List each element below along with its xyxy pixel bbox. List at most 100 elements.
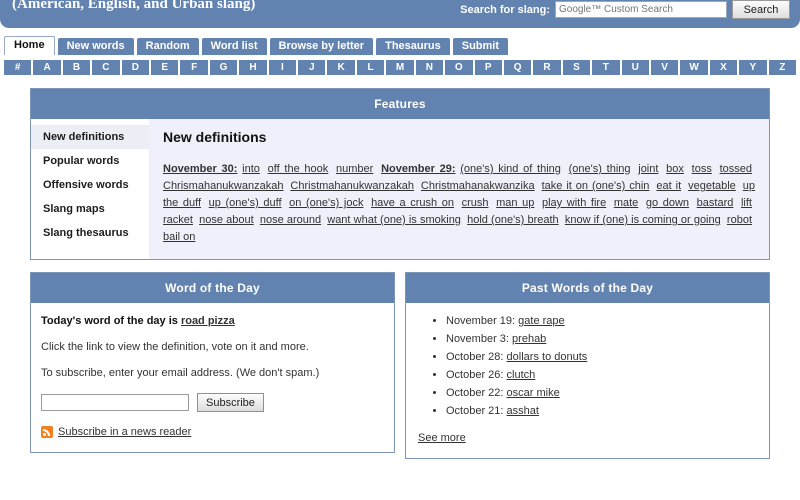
past-word-item: October 26: clutch: [446, 367, 759, 384]
alpha-link-l[interactable]: L: [356, 60, 385, 75]
definition-term[interactable]: man up: [496, 197, 534, 209]
tab-home[interactable]: Home: [4, 36, 55, 55]
alpha-link-p[interactable]: P: [474, 60, 502, 75]
past-word-item: October 28: dollars to donuts: [446, 349, 759, 366]
past-word-link[interactable]: clutch: [507, 369, 536, 381]
search-button[interactable]: Search: [732, 0, 790, 19]
definition-term[interactable]: Chrismahanukwanzakah: [163, 180, 283, 192]
definition-term[interactable]: nose around: [260, 214, 321, 226]
definition-term[interactable]: play with fire: [542, 197, 606, 209]
alpha-link-z[interactable]: Z: [768, 60, 796, 75]
feature-item-slang-thesaurus[interactable]: Slang thesaurus: [31, 221, 149, 245]
alpha-link-j[interactable]: J: [298, 60, 326, 75]
alpha-link-i[interactable]: I: [268, 60, 297, 75]
feature-item-popular-words[interactable]: Popular words: [31, 149, 149, 173]
definition-term[interactable]: number: [336, 163, 373, 175]
definition-term[interactable]: nose about: [199, 214, 254, 226]
tab-browse-by-letter[interactable]: Browse by letter: [269, 38, 374, 55]
definition-term[interactable]: robot: [727, 214, 752, 226]
search-label: Search for slang:: [460, 3, 550, 16]
alpha-link-v[interactable]: V: [650, 60, 679, 75]
definition-term[interactable]: racket: [163, 214, 193, 226]
past-word-date: November 3:: [446, 333, 509, 345]
definition-term[interactable]: Christmahanukwanzakah: [290, 180, 414, 192]
past-word-link[interactable]: prehab: [512, 333, 546, 345]
alpha-link-d[interactable]: D: [121, 60, 150, 75]
past-words-list: November 19: gate rape November 3: prehab…: [416, 313, 759, 420]
definition-term[interactable]: Christmahanakwanzika: [421, 180, 535, 192]
tab-random[interactable]: Random: [136, 38, 199, 55]
definition-term[interactable]: joint: [638, 163, 658, 175]
definition-term[interactable]: go down: [646, 197, 689, 209]
alpha-link-hash[interactable]: #: [4, 60, 32, 75]
alpha-link-q[interactable]: Q: [503, 60, 532, 75]
definition-term[interactable]: into: [242, 163, 260, 175]
definition-term[interactable]: tossed: [720, 163, 752, 175]
past-word-item: October 22: oscar mike: [446, 385, 759, 402]
subscribe-instructions: To subscribe, enter your email address. …: [41, 367, 320, 379]
definition-term[interactable]: hold (one's) breath: [467, 214, 559, 226]
alpha-link-u[interactable]: U: [621, 60, 649, 75]
subscribe-button[interactable]: Subscribe: [197, 393, 264, 412]
definition-term[interactable]: (one's) thing: [569, 163, 631, 175]
feature-item-offensive-words[interactable]: Offensive words: [31, 173, 149, 197]
site-title: (American, English, and Urban slang): [12, 0, 256, 12]
past-word-item: November 19: gate rape: [446, 313, 759, 330]
alpha-link-x[interactable]: X: [709, 60, 738, 75]
tab-submit[interactable]: Submit: [452, 38, 509, 55]
definition-term[interactable]: vegetable: [688, 180, 736, 192]
past-word-link[interactable]: dollars to donuts: [507, 351, 588, 363]
alpha-link-o[interactable]: O: [445, 60, 473, 75]
lower-columns: Word of the Day Today's word of the day …: [30, 272, 770, 459]
definition-term[interactable]: box: [666, 163, 684, 175]
alpha-link-y[interactable]: Y: [739, 60, 767, 75]
alpha-link-f[interactable]: F: [180, 60, 208, 75]
definition-term[interactable]: (one's) kind of thing: [460, 163, 561, 175]
past-word-link[interactable]: oscar mike: [507, 387, 560, 399]
definition-term[interactable]: up (one's) duff: [209, 197, 282, 209]
tab-new-words[interactable]: New words: [57, 38, 134, 55]
definition-term[interactable]: bail on: [163, 231, 195, 243]
subscribe-row: Subscribe: [41, 393, 384, 412]
past-word-link[interactable]: asshat: [507, 405, 539, 417]
alpha-link-t[interactable]: T: [592, 60, 620, 75]
alpha-link-s[interactable]: S: [562, 60, 591, 75]
definition-term[interactable]: want what (one) is smoking: [327, 214, 461, 226]
alpha-link-h[interactable]: H: [239, 60, 267, 75]
definition-term[interactable]: crush: [462, 197, 489, 209]
past-word-date: October 26:: [446, 369, 504, 381]
definition-term[interactable]: off the hook: [268, 163, 329, 175]
search-input[interactable]: [555, 1, 727, 18]
alpha-link-g[interactable]: G: [209, 60, 238, 75]
rss-subscribe-link[interactable]: Subscribe in a news reader: [58, 426, 191, 438]
definition-term[interactable]: mate: [614, 197, 638, 209]
alpha-link-k[interactable]: K: [327, 60, 355, 75]
alpha-link-n[interactable]: N: [415, 60, 444, 75]
alpha-link-b[interactable]: B: [62, 60, 91, 75]
tab-word-list[interactable]: Word list: [201, 38, 267, 55]
see-more-link[interactable]: See more: [416, 432, 466, 444]
definition-term[interactable]: take it on (one's) chin: [542, 180, 650, 192]
alpha-link-r[interactable]: R: [533, 60, 561, 75]
alpha-link-a[interactable]: A: [33, 60, 61, 75]
alpha-link-w[interactable]: W: [680, 60, 708, 75]
email-field[interactable]: [41, 394, 189, 411]
definition-term[interactable]: have a crush on: [371, 197, 454, 209]
definition-term[interactable]: toss: [692, 163, 712, 175]
tab-thesaurus[interactable]: Thesaurus: [376, 38, 450, 55]
alpha-link-c[interactable]: C: [92, 60, 120, 75]
definition-term[interactable]: know if (one) is coming or going: [565, 214, 721, 226]
definition-term[interactable]: bastard: [697, 197, 734, 209]
alpha-link-e[interactable]: E: [151, 60, 179, 75]
feature-item-new-definitions[interactable]: New definitions: [31, 125, 149, 149]
definition-term[interactable]: lift: [741, 197, 752, 209]
todays-word-link[interactable]: road pizza: [181, 315, 235, 327]
definition-term[interactable]: eat it: [656, 180, 681, 192]
past-word-link[interactable]: gate rape: [518, 315, 564, 327]
past-words-panel: Past Words of the Day November 19: gate …: [405, 272, 770, 459]
features-main: New definitions November 30: into off th…: [149, 119, 769, 259]
feature-item-slang-maps[interactable]: Slang maps: [31, 197, 149, 221]
features-header: Features: [31, 89, 769, 119]
definition-term[interactable]: on (one's) jock: [289, 197, 363, 209]
alpha-link-m[interactable]: M: [386, 60, 414, 75]
